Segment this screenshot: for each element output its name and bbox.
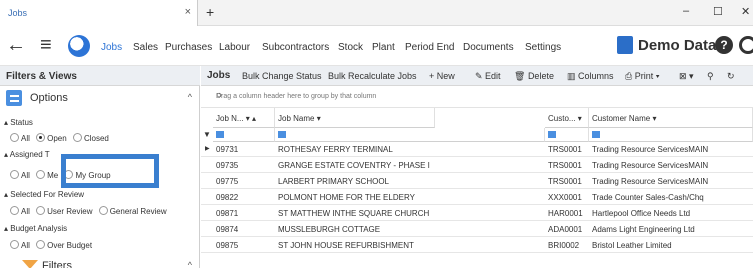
printer-icon: ⎙ <box>625 71 635 81</box>
top-navigation: ← ≡ Jobs Sales Purchases Labour Subcontr… <box>0 26 753 66</box>
column-header-customer-code[interactable]: Custo... ▾ <box>545 108 589 128</box>
panel-header: Filters & Views <box>0 66 200 86</box>
budget-over-radio[interactable] <box>36 240 46 249</box>
close-window-icon[interactable]: ✕ <box>741 5 750 18</box>
review-all-radio[interactable] <box>10 206 19 215</box>
minimize-icon[interactable]: – <box>683 5 689 17</box>
user-icon[interactable] <box>739 36 753 54</box>
text-filter-icon <box>216 131 224 138</box>
menu-labour[interactable]: Labour <box>219 42 250 53</box>
share-icon[interactable]: ⚲ <box>707 71 714 82</box>
filter-customer-name[interactable] <box>589 128 753 142</box>
panel-title: Filters & Views <box>6 71 77 82</box>
menu-sales[interactable]: Sales <box>133 42 158 53</box>
collapse-filters-icon[interactable]: ^ <box>188 260 192 268</box>
menu-period-end[interactable]: Period End <box>405 42 454 53</box>
app-logo-icon <box>68 35 90 57</box>
table-row[interactable]: 09875 ST JOHN HOUSE REFURBISHMENT BRI000… <box>201 238 753 253</box>
table-row[interactable]: ▶ 09731 ROTHESAY FERRY TERMINAL TRS0001 … <box>201 142 753 157</box>
filter-customer-code[interactable] <box>545 128 589 142</box>
tab-close-icon[interactable]: × <box>185 6 191 18</box>
trash-icon: 🗑 <box>514 71 528 81</box>
assigned-me-radio[interactable] <box>36 170 46 179</box>
filters-views-panel: Filters & Views Options ^ ▴ Status All O… <box>0 66 200 268</box>
options-label: Options <box>30 92 68 104</box>
text-filter-icon <box>548 131 556 138</box>
company-icon <box>617 36 633 54</box>
status-radio-group: All Open Closed <box>10 133 113 143</box>
collapse-options-icon[interactable]: ^ <box>188 92 192 102</box>
column-header-customer-name[interactable]: Customer Name ▾ <box>589 108 753 128</box>
menu-purchases[interactable]: Purchases <box>165 42 212 53</box>
column-header-job-number[interactable]: Job N... ▾ ▴ <box>213 108 275 128</box>
plus-icon: + <box>429 71 437 81</box>
menu-subcontractors[interactable]: Subcontractors <box>262 42 329 53</box>
edit-button[interactable]: ✎ Edit <box>475 71 501 82</box>
menu-plant[interactable]: Plant <box>372 42 395 53</box>
columns-button[interactable]: ▥ Columns <box>567 71 614 82</box>
table-row[interactable]: 09775 LARBERT PRIMARY SCHOOL TRS0001 Tra… <box>201 174 753 189</box>
help-icon[interactable]: ? <box>715 36 733 54</box>
status-all-radio[interactable] <box>10 133 19 142</box>
filters-label: Filters <box>42 260 72 268</box>
export-dropdown-icon[interactable]: ⊠ ▾ <box>679 71 694 82</box>
filter-job-name[interactable] <box>275 128 545 142</box>
filter-job-number[interactable] <box>213 128 275 142</box>
filter-row-icon: ▼ <box>203 130 211 139</box>
status-closed-radio[interactable] <box>72 133 82 142</box>
text-filter-icon <box>592 131 600 138</box>
assigned-section[interactable]: ▴ Assigned T <box>4 150 50 159</box>
new-button[interactable]: + New <box>429 71 455 81</box>
budget-section[interactable]: ▴ Budget Analysis <box>4 224 67 233</box>
columns-icon: ▥ <box>567 71 579 81</box>
menu-jobs[interactable]: Jobs <box>101 42 122 53</box>
highlight-box <box>61 154 159 188</box>
table-row[interactable]: 09822 POLMONT HOME FOR THE ELDERY XXX000… <box>201 190 753 205</box>
review-radio-group: All User Review General Review <box>10 206 171 216</box>
status-section[interactable]: ▴ Status <box>4 118 33 127</box>
options-list-icon <box>6 90 22 106</box>
jobs-toolbar: Jobs Bulk Change Status Bulk Recalculate… <box>201 66 753 86</box>
toolbar-title: Jobs <box>207 70 231 81</box>
text-filter-icon <box>278 131 286 138</box>
budget-radio-group: All Over Budget <box>10 240 96 250</box>
group-by-area[interactable]: Drag a column header here to group by th… <box>201 86 753 108</box>
review-general-radio[interactable] <box>98 206 108 215</box>
bulk-change-status-button[interactable]: Bulk Change Status <box>242 71 322 81</box>
print-button[interactable]: ⎙ Print ▾ <box>625 71 660 82</box>
table-row[interactable]: 09874 MUSSLEBURGH COTTAGE ADA0001 Adams … <box>201 222 753 237</box>
company-name[interactable]: Demo Data <box>638 37 716 54</box>
hamburger-menu-icon[interactable]: ≡ <box>40 34 52 57</box>
status-open-radio[interactable] <box>36 133 46 142</box>
options-section-header[interactable]: Options ^ <box>0 86 200 110</box>
current-row-icon: ▶ <box>205 146 210 152</box>
back-arrow-icon[interactable]: ← <box>6 34 26 57</box>
search-icon[interactable]: ○ <box>216 90 747 101</box>
table-row[interactable]: 09735 GRANGE ESTATE COVENTRY - PHASE I T… <box>201 158 753 173</box>
menu-documents[interactable]: Documents <box>463 42 514 53</box>
table-row[interactable]: 09871 ST MATTHEW INTHE SQUARE CHURCH HAR… <box>201 206 753 221</box>
review-user-radio[interactable] <box>36 206 46 215</box>
menu-stock[interactable]: Stock <box>338 42 363 53</box>
new-tab-icon[interactable]: + <box>206 4 214 20</box>
title-bar: Jobs × + – ☐ ✕ <box>0 0 753 26</box>
edit-icon: ✎ <box>475 71 486 81</box>
column-header-job-name[interactable]: Job Name ▾ <box>275 108 435 128</box>
tab-title: Jobs <box>8 8 28 18</box>
budget-all-radio[interactable] <box>10 240 19 249</box>
tab-jobs[interactable]: Jobs × <box>0 0 198 26</box>
jobs-grid: Job N... ▾ ▴ Job Name ▾ Custo... ▾ Custo… <box>201 108 753 268</box>
menu-settings[interactable]: Settings <box>525 42 561 53</box>
delete-button[interactable]: 🗑 Delete <box>514 71 554 82</box>
review-section[interactable]: ▴ Selected For Review <box>4 190 84 199</box>
bulk-recalculate-button[interactable]: Bulk Recalculate Jobs <box>328 71 417 81</box>
maximize-icon[interactable]: ☐ <box>713 5 723 18</box>
filter-funnel-icon <box>22 260 38 268</box>
refresh-icon[interactable]: ↻ <box>727 71 735 82</box>
filters-section-header[interactable]: Filters ^ <box>0 260 200 268</box>
assigned-all-radio[interactable] <box>10 170 19 179</box>
